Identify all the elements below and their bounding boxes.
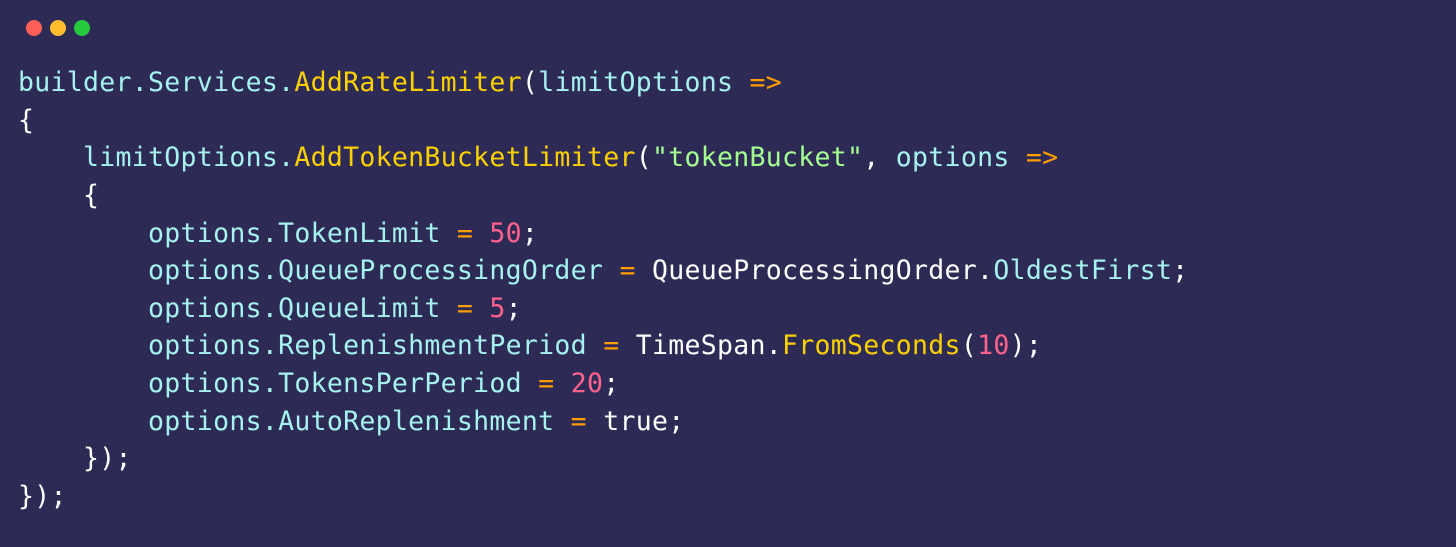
- code-line: builder.Services.AddRateLimiter(limitOpt…: [18, 67, 782, 98]
- token-dot: .: [262, 406, 278, 437]
- token-method: FromSeconds: [782, 330, 961, 361]
- token-indent: [18, 218, 148, 249]
- token-identifier: options: [148, 330, 262, 361]
- token-paren: ): [1010, 330, 1026, 361]
- token-brace: {: [18, 105, 34, 136]
- token-semicolon: ;: [1026, 330, 1042, 361]
- code-line: limitOptions.AddTokenBucketLimiter("toke…: [18, 142, 1058, 173]
- token-indent: [18, 142, 83, 173]
- token-method: AddTokenBucketLimiter: [294, 142, 635, 173]
- token-dot: .: [977, 255, 993, 286]
- token-brace: {: [83, 180, 99, 211]
- token-indent: [18, 180, 83, 211]
- token-comma: ,: [863, 142, 896, 173]
- code-line: {: [18, 180, 99, 211]
- token-string: "tokenBucket": [652, 142, 863, 173]
- token-semicolon: ;: [522, 218, 538, 249]
- token-number: 50: [489, 218, 522, 249]
- token-class: QueueProcessingOrder: [652, 255, 977, 286]
- token-identifier: builder: [18, 67, 132, 98]
- token-semicolon: ;: [506, 293, 522, 324]
- token-operator: =: [603, 255, 652, 286]
- maximize-icon[interactable]: [74, 20, 90, 36]
- token-identifier: options: [148, 406, 262, 437]
- token-class: TimeSpan: [636, 330, 766, 361]
- token-paren: (: [522, 67, 538, 98]
- token-indent: [18, 330, 148, 361]
- token-method: AddRateLimiter: [294, 67, 522, 98]
- token-indent: [18, 443, 83, 474]
- token-number: 10: [977, 330, 1010, 361]
- code-line: });: [18, 443, 132, 474]
- minimize-icon[interactable]: [50, 20, 66, 36]
- token-dot: .: [132, 67, 148, 98]
- token-brace: });: [83, 443, 132, 474]
- code-line: options.ReplenishmentPeriod = TimeSpan.F…: [18, 330, 1042, 361]
- token-identifier: options: [148, 255, 262, 286]
- token-brace: });: [18, 481, 67, 512]
- token-property: QueueProcessingOrder: [278, 255, 603, 286]
- token-dot: .: [262, 330, 278, 361]
- token-dot: .: [262, 255, 278, 286]
- token-indent: [18, 255, 148, 286]
- code-line: options.AutoReplenishment = true;: [18, 406, 684, 437]
- token-property: AutoReplenishment: [278, 406, 554, 437]
- token-semicolon: ;: [668, 406, 684, 437]
- token-operator: =: [441, 218, 490, 249]
- token-identifier: limitOptions: [83, 142, 278, 173]
- code-line: {: [18, 105, 34, 136]
- token-param: options: [896, 142, 1010, 173]
- token-dot: .: [262, 368, 278, 399]
- token-property: QueueLimit: [278, 293, 441, 324]
- token-operator: =: [587, 330, 636, 361]
- code-line: options.TokenLimit = 50;: [18, 218, 538, 249]
- token-property: ReplenishmentPeriod: [278, 330, 587, 361]
- token-property: TokensPerPeriod: [278, 368, 522, 399]
- token-keyword: true: [603, 406, 668, 437]
- token-dot: .: [278, 142, 294, 173]
- token-dot: .: [766, 330, 782, 361]
- code-line: options.QueueLimit = 5;: [18, 293, 522, 324]
- token-param: limitOptions: [538, 67, 733, 98]
- token-dot: .: [262, 218, 278, 249]
- code-line: options.QueueProcessingOrder = QueueProc…: [18, 255, 1188, 286]
- token-operator: =: [441, 293, 490, 324]
- token-number: 5: [489, 293, 505, 324]
- token-identifier: options: [148, 368, 262, 399]
- close-icon[interactable]: [26, 20, 42, 36]
- token-dot: .: [262, 293, 278, 324]
- token-identifier: options: [148, 218, 262, 249]
- token-indent: [18, 368, 148, 399]
- code-line: options.TokensPerPeriod = 20;: [18, 368, 619, 399]
- code-line: });: [18, 481, 67, 512]
- token-indent: [18, 406, 148, 437]
- token-property: TokenLimit: [278, 218, 441, 249]
- token-member: OldestFirst: [993, 255, 1172, 286]
- token-paren: (: [961, 330, 977, 361]
- token-identifier: options: [148, 293, 262, 324]
- token-number: 20: [571, 368, 604, 399]
- token-arrow: =>: [1010, 142, 1059, 173]
- window-controls: [26, 20, 1438, 36]
- token-semicolon: ;: [1172, 255, 1188, 286]
- token-property: Services: [148, 67, 278, 98]
- code-block: builder.Services.AddRateLimiter(limitOpt…: [18, 64, 1438, 516]
- token-operator: =: [522, 368, 571, 399]
- token-indent: [18, 293, 148, 324]
- token-operator: =: [554, 406, 603, 437]
- token-semicolon: ;: [603, 368, 619, 399]
- token-paren: (: [636, 142, 652, 173]
- token-arrow: =>: [733, 67, 782, 98]
- token-dot: .: [278, 67, 294, 98]
